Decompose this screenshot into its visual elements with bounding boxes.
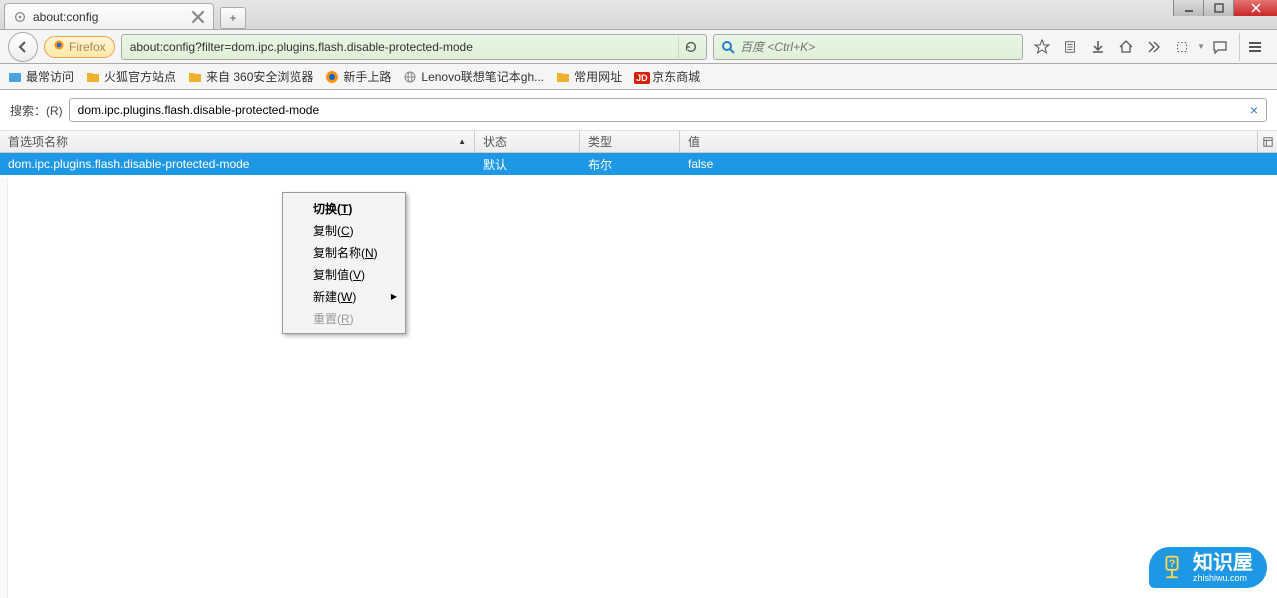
filter-row: 搜索：(R) ×: [0, 90, 1277, 131]
bookmark-icon: [86, 70, 100, 84]
bookmark-label: 火狐官方站点: [104, 68, 176, 85]
cell-name: dom.ipc.plugins.flash.disable-protected-…: [0, 157, 475, 171]
bookmark-label: 常用网址: [574, 68, 622, 85]
cell-status: 默认: [475, 156, 580, 173]
crop-button[interactable]: [1169, 33, 1195, 61]
bookmark-icon: JD: [634, 70, 648, 84]
bookmarks-toolbar: 最常访问 火狐官方站点 来自 360安全浏览器 新手上路 Lenovo联想笔记本gh..…: [0, 64, 1277, 90]
left-gutter: [0, 178, 8, 598]
search-bar[interactable]: [713, 34, 1023, 60]
dropdown-caret-icon: ▼: [1197, 42, 1205, 51]
watermark-domain: zhishiwu.com: [1193, 573, 1253, 583]
column-header-type[interactable]: 类型: [580, 131, 680, 152]
column-header-status[interactable]: 状态: [475, 131, 580, 152]
context-toggle[interactable]: 切换(T): [285, 197, 403, 219]
window-maximize-button[interactable]: [1203, 0, 1233, 16]
bookmark-item[interactable]: 常用网址: [556, 68, 622, 85]
watermark: ? 知识屋 zhishiwu.com: [1149, 547, 1267, 588]
window-minimize-button[interactable]: [1173, 0, 1203, 16]
bookmark-icon: [556, 70, 570, 84]
context-copy-name[interactable]: 复制名称(N): [285, 241, 403, 263]
bookmark-item[interactable]: 新手上路: [325, 68, 391, 85]
identity-pill[interactable]: Firefox: [44, 36, 115, 58]
column-header-value[interactable]: 值: [680, 131, 1257, 152]
filter-input-container[interactable]: ×: [69, 98, 1267, 122]
tab-title: about:config: [33, 10, 185, 24]
history-button[interactable]: [1141, 33, 1167, 61]
window-close-button[interactable]: [1233, 0, 1277, 16]
bookmark-label: Lenovo联想笔记本gh...: [421, 68, 544, 85]
bookmark-item[interactable]: 来自 360安全浏览器: [188, 68, 313, 85]
clear-filter-button[interactable]: ×: [1250, 102, 1258, 118]
search-input[interactable]: [740, 40, 1016, 54]
bookmark-icon: [325, 70, 339, 84]
submenu-arrow-icon: ▶: [391, 292, 397, 301]
url-input[interactable]: [126, 40, 678, 54]
svg-text:?: ?: [1169, 558, 1176, 570]
bookmark-label: 来自 360安全浏览器: [206, 68, 313, 85]
filter-label: 搜索：(R): [10, 102, 63, 119]
bookmark-label: 京东商城: [652, 68, 700, 85]
firefox-icon: [53, 39, 65, 54]
settings-gear-icon: [13, 10, 27, 24]
column-header-name[interactable]: 首选项名称▲: [0, 131, 475, 152]
context-reset: 重置(R): [285, 307, 403, 329]
context-menu: 切换(T) 复制(C) 复制名称(N) 复制值(V) 新建(W)▶ 重置(R): [282, 192, 406, 334]
table-header: 首选项名称▲ 状态 类型 值: [0, 131, 1277, 153]
chat-button[interactable]: [1207, 33, 1233, 61]
context-new[interactable]: 新建(W)▶: [285, 285, 403, 307]
bookmark-icon: [403, 70, 417, 84]
context-copy[interactable]: 复制(C): [285, 219, 403, 241]
context-copy-value[interactable]: 复制值(V): [285, 263, 403, 285]
identity-label: Firefox: [69, 40, 106, 54]
bookmark-item[interactable]: JD 京东商城: [634, 68, 700, 85]
tab-strip: about:config +: [0, 0, 1277, 30]
cell-type: 布尔: [580, 156, 680, 173]
reader-view-button[interactable]: [1057, 33, 1083, 61]
reload-button[interactable]: [678, 36, 702, 58]
new-tab-button[interactable]: +: [220, 7, 246, 29]
home-button[interactable]: [1113, 33, 1139, 61]
table-row[interactable]: dom.ipc.plugins.flash.disable-protected-…: [0, 153, 1277, 175]
watermark-brand: 知识屋: [1193, 553, 1253, 573]
bookmark-item[interactable]: Lenovo联想笔记本gh...: [403, 68, 544, 85]
cell-value: false: [680, 157, 1277, 171]
navigation-toolbar: Firefox ▼: [0, 30, 1277, 64]
tab-close-button[interactable]: [191, 10, 205, 24]
hamburger-menu-button[interactable]: [1239, 33, 1269, 61]
bookmark-label: 最常访问: [26, 68, 74, 85]
watermark-icon: ?: [1157, 551, 1187, 584]
downloads-button[interactable]: [1085, 33, 1111, 61]
bookmark-label: 新手上路: [343, 68, 391, 85]
bookmark-icon: [8, 70, 22, 84]
filter-input[interactable]: [78, 103, 1250, 117]
browser-tab[interactable]: about:config: [4, 3, 214, 29]
url-bar[interactable]: [121, 34, 707, 60]
back-button[interactable]: [8, 32, 38, 62]
column-picker-button[interactable]: [1257, 131, 1277, 152]
bookmark-icon: [188, 70, 202, 84]
bookmark-star-button[interactable]: [1029, 33, 1055, 61]
bookmark-item[interactable]: 火狐官方站点: [86, 68, 176, 85]
sort-asc-icon: ▲: [458, 137, 466, 146]
search-engine-icon: [720, 39, 736, 55]
bookmark-item[interactable]: 最常访问: [8, 68, 74, 85]
